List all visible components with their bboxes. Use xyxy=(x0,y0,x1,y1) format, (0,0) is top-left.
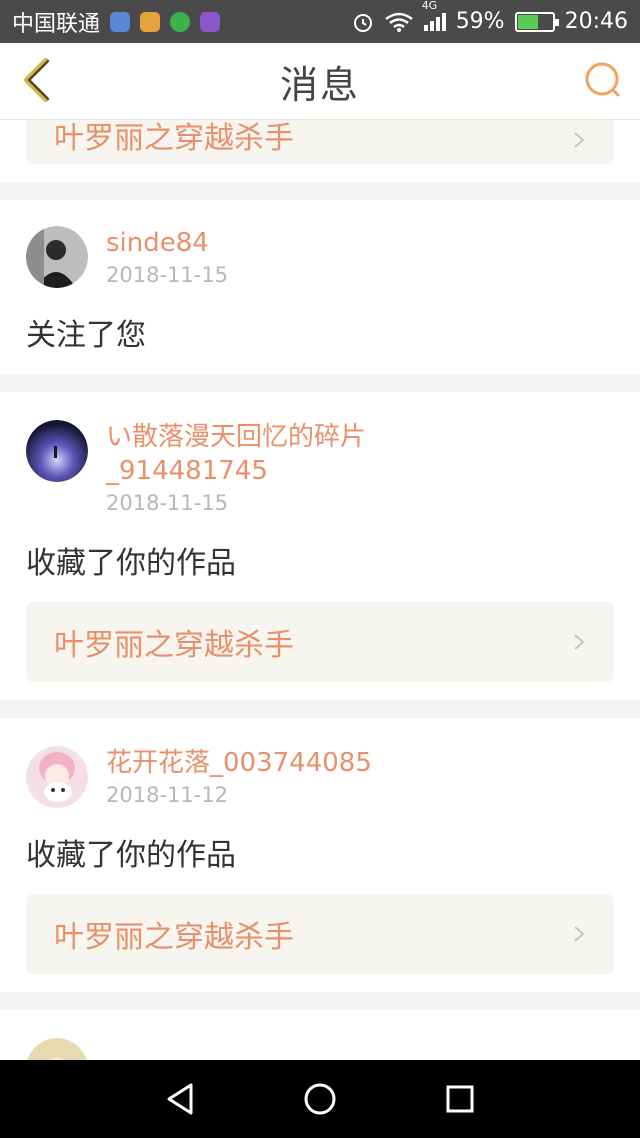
battery-percent: 59% xyxy=(455,9,505,34)
page-title: 消息 xyxy=(279,62,360,107)
square-recents-icon xyxy=(446,1085,474,1113)
carrier-label: 中国联通 xyxy=(12,11,101,37)
message-header: sinde84 2018-11-15 xyxy=(26,226,614,290)
work-link[interactable]: 叶罗丽之穿越杀手 xyxy=(26,894,614,974)
message-card: 花开花落_003744085 2018-11-12 收藏了你的作品 叶罗丽之穿越… xyxy=(0,718,640,992)
chevron-right-icon xyxy=(574,634,585,650)
chevron-right-icon xyxy=(574,132,585,148)
message-card: sinde84 2018-11-15 关注了您 xyxy=(0,200,640,374)
wechat-icon xyxy=(170,11,191,32)
triangle-back-icon xyxy=(167,1083,193,1115)
nav-home-button[interactable] xyxy=(298,1077,342,1121)
battery-icon xyxy=(514,11,559,32)
status-right: 4G 59% 20:46 xyxy=(352,0,628,34)
back-button[interactable] xyxy=(14,57,60,103)
user-block: い散落漫天回忆的碎片 _914481745 2018-11-15 xyxy=(106,420,366,518)
signal-icon: 4G xyxy=(422,0,446,31)
message-date: 2018-11-12 xyxy=(106,783,229,807)
message-card xyxy=(0,1010,640,1060)
location-app-icon xyxy=(110,11,131,32)
work-link[interactable]: 叶罗丽之穿越杀手 xyxy=(26,602,614,682)
search-icon xyxy=(585,62,620,97)
message-card: 叶罗丽之穿越杀手 xyxy=(0,120,640,182)
circle-home-icon xyxy=(304,1083,336,1115)
message-date: 2018-11-15 xyxy=(106,263,229,287)
battery-fill xyxy=(517,14,538,29)
alarm-icon xyxy=(353,13,372,32)
system-nav-bar xyxy=(0,1060,640,1138)
weibo-icon xyxy=(140,11,161,32)
back-chevron-icon xyxy=(24,58,49,102)
message-header: 花开花落_003744085 2018-11-12 xyxy=(26,746,614,810)
chevron-right-icon xyxy=(574,926,585,942)
message-action: 收藏了你的作品 xyxy=(26,838,236,873)
message-card: い散落漫天回忆的碎片 _914481745 2018-11-15 收藏了你的作品… xyxy=(0,392,640,700)
avatar[interactable] xyxy=(26,746,88,808)
message-action: 收藏了你的作品 xyxy=(26,546,236,581)
message-list[interactable]: 叶罗丽之穿越杀手 sinde84 2018-11-15 关注了您 い散落漫天回忆… xyxy=(0,120,640,1060)
user-block: 花开花落_003744085 2018-11-12 xyxy=(106,746,372,810)
gallery-icon xyxy=(200,11,221,32)
work-title: 叶罗丽之穿越杀手 xyxy=(54,920,294,955)
work-title: 叶罗丽之穿越杀手 xyxy=(54,121,294,156)
message-header: い散落漫天回忆的碎片 _914481745 2018-11-15 xyxy=(26,420,614,518)
work-link[interactable]: 叶罗丽之穿越杀手 xyxy=(26,120,614,164)
avatar[interactable] xyxy=(26,1038,88,1060)
status-bar: 中国联通 4G 59% 20:46 xyxy=(0,0,640,43)
app-header: 消息 xyxy=(0,43,640,120)
username[interactable]: い散落漫天回忆的碎片 xyxy=(106,420,366,454)
avatar[interactable] xyxy=(26,420,88,482)
nav-recents-button[interactable] xyxy=(438,1077,482,1121)
clock-time: 20:46 xyxy=(564,9,628,34)
avatar[interactable] xyxy=(26,226,88,288)
network-type: 4G xyxy=(421,0,438,12)
work-title: 叶罗丽之穿越杀手 xyxy=(54,628,294,663)
username[interactable]: 花开花落_003744085 xyxy=(106,746,372,780)
wifi-icon xyxy=(384,12,413,32)
username-continued[interactable]: _914481745 xyxy=(106,454,366,488)
status-left: 中国联通 xyxy=(12,6,352,38)
search-button[interactable] xyxy=(582,59,626,103)
user-block: sinde84 2018-11-15 xyxy=(106,226,228,290)
nav-back-button[interactable] xyxy=(158,1077,202,1121)
message-action: 关注了您 xyxy=(26,318,146,353)
message-date: 2018-11-15 xyxy=(106,491,229,515)
username[interactable]: sinde84 xyxy=(106,226,228,260)
